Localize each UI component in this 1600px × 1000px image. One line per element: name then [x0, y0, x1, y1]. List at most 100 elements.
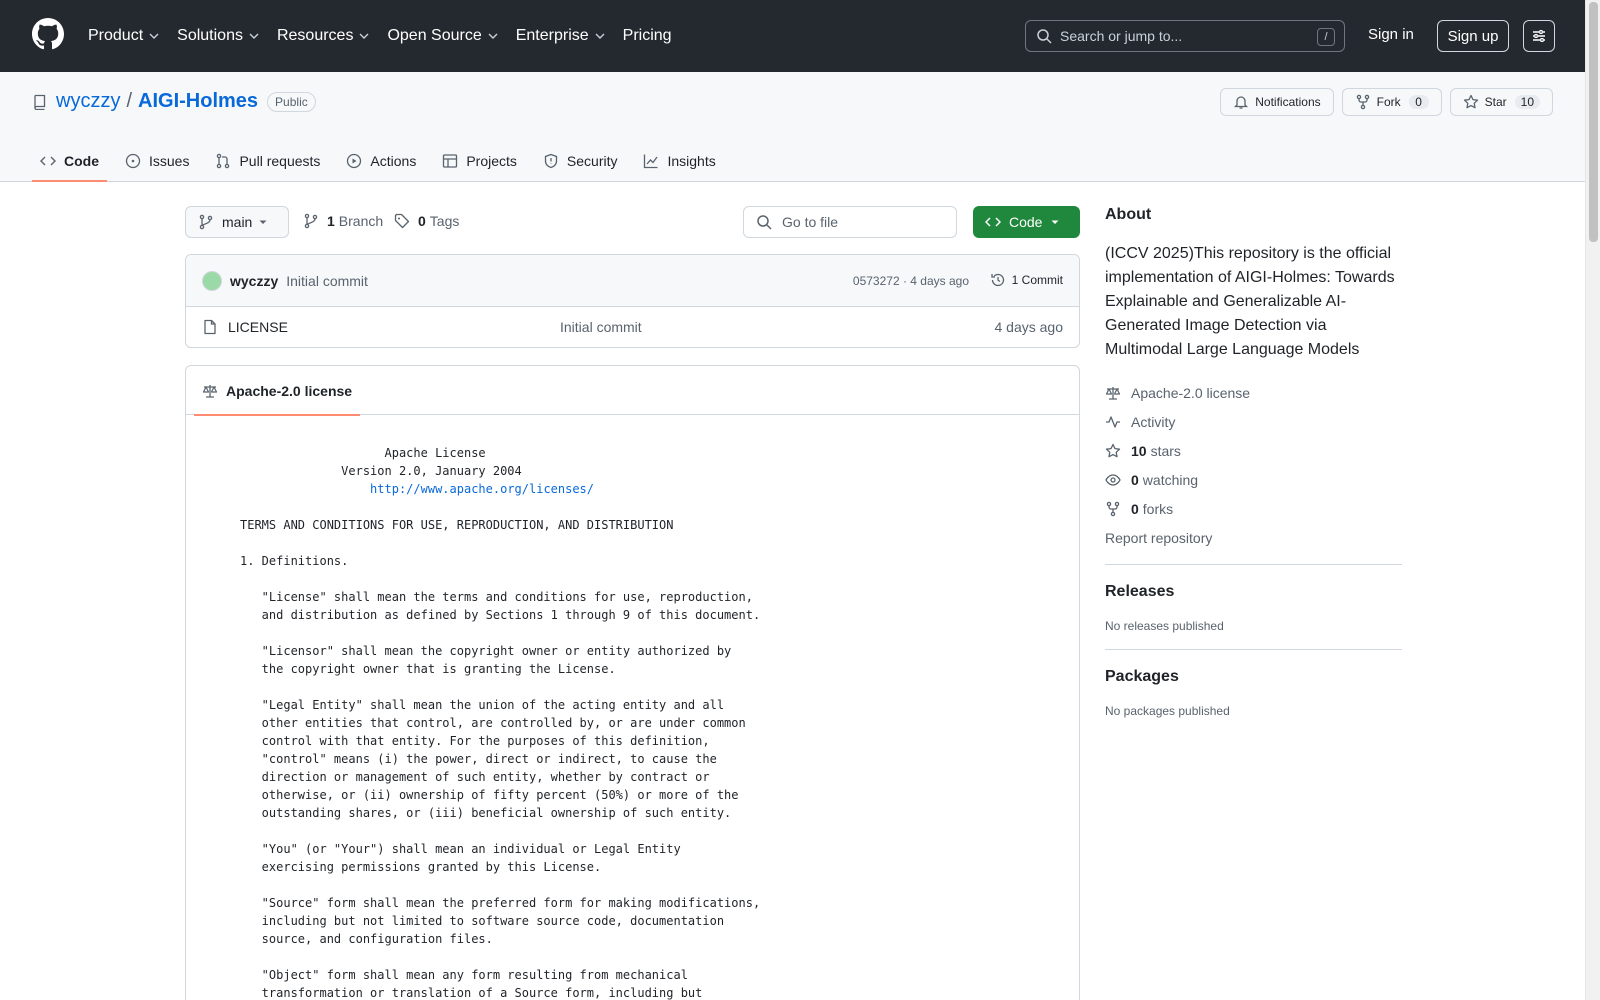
avatar[interactable]: [202, 270, 222, 291]
packages-section: Packages No packages published: [1105, 650, 1402, 734]
forks-link[interactable]: 0 forks: [1105, 494, 1402, 523]
star-icon: [1463, 94, 1478, 109]
sign-in-link[interactable]: Sign in: [1368, 26, 1414, 43]
tab-issues[interactable]: Issues: [117, 140, 197, 182]
nav-product[interactable]: Product: [88, 27, 159, 45]
sign-up-button[interactable]: Sign up: [1437, 20, 1509, 52]
fork-icon: [1106, 501, 1120, 516]
packages-empty: No packages published: [1105, 704, 1230, 718]
chevron-down-icon: [595, 33, 605, 39]
chevron-down-icon: [149, 33, 159, 39]
latest-commit: wyczzy Initial commit 0573272 · 4 days a…: [186, 255, 1079, 307]
law-scale-icon: [1105, 386, 1121, 400]
repo-sidebar: About (ICCV 2025)This repository is the …: [1105, 206, 1402, 734]
bell-icon: [1234, 96, 1249, 109]
license-text: Apache License Version 2.0, January 2004…: [240, 444, 760, 1000]
repo-header: wyczzy / AIGI-Holmes Public Notification…: [0, 72, 1585, 182]
repo-title: wyczzy / AIGI-Holmes Public: [32, 90, 316, 113]
page-scrollbar[interactable]: [1585, 0, 1600, 1000]
fork-button[interactable]: Fork 0: [1341, 88, 1442, 116]
graph-icon: [644, 154, 659, 169]
license-version: Version 2.0, January 2004: [240, 464, 522, 478]
packages-heading[interactable]: Packages: [1105, 668, 1402, 686]
commits-link[interactable]: 1 Commit: [990, 272, 1063, 288]
commit-author[interactable]: wyczzy: [230, 273, 278, 289]
license-url-link[interactable]: http://www.apache.org/licenses/: [370, 482, 594, 496]
repo-owner-link[interactable]: wyczzy: [56, 90, 120, 113]
issue-icon: [125, 153, 141, 169]
code-dropdown-button[interactable]: Code: [973, 206, 1080, 238]
activity-link[interactable]: Activity: [1105, 407, 1402, 436]
branch-icon: [304, 213, 318, 229]
file-commit-message[interactable]: Initial commit: [560, 319, 642, 335]
nav-resources[interactable]: Resources: [277, 27, 369, 45]
github-logo-icon[interactable]: [32, 18, 64, 50]
history-icon: [991, 273, 1004, 287]
table-icon: [443, 154, 458, 168]
branches-link[interactable]: 1 Branch: [303, 213, 383, 229]
license-tabbar: Apache-2.0 license: [186, 366, 1079, 416]
file-icon: [204, 319, 216, 335]
tab-pull-requests[interactable]: Pull requests: [207, 140, 328, 182]
visibility-badge: Public: [267, 91, 316, 112]
commit-hash-time[interactable]: 0573272 · 4 days ago: [853, 274, 969, 288]
license-body: TERMS AND CONDITIONS FOR USE, REPRODUCTI…: [240, 518, 761, 1000]
branch-icon: [199, 214, 213, 230]
license-panel: Apache-2.0 license Apache License Versio…: [185, 365, 1080, 1000]
global-nav: Product Solutions Resources Open Source …: [88, 0, 690, 72]
license-link[interactable]: Apache-2.0 license: [1105, 378, 1402, 407]
code-icon: [985, 217, 1001, 227]
repo-actions: Notifications Fork 0 Star 10: [1220, 88, 1553, 116]
global-header: Product Solutions Resources Open Source …: [0, 0, 1585, 72]
about-heading: About: [1105, 206, 1152, 223]
pulse-icon: [1106, 415, 1120, 428]
main-content: main 1 Branch 0 Tags Go to file Code wyc…: [185, 206, 1080, 1000]
tags-link[interactable]: 0 Tags: [394, 213, 459, 229]
star-button[interactable]: Star 10: [1449, 88, 1553, 116]
law-scale-icon: [202, 384, 218, 398]
search-shortcut-key: /: [1317, 28, 1335, 46]
repo-icon: [34, 94, 46, 110]
branch-selector[interactable]: main: [185, 206, 289, 238]
nav-open-source[interactable]: Open Source: [387, 27, 498, 45]
tab-security[interactable]: Security: [535, 140, 626, 182]
caret-down-icon: [1051, 220, 1059, 224]
star-counter: 10: [1514, 95, 1540, 109]
report-repository-link[interactable]: Report repository: [1105, 523, 1402, 552]
eye-icon: [1105, 473, 1121, 486]
table-row[interactable]: LICENSE Initial commit 4 days ago: [186, 307, 1079, 347]
tab-code[interactable]: Code: [32, 140, 107, 182]
repo-description: (ICCV 2025)This repository is the offici…: [1105, 245, 1395, 358]
tab-insights[interactable]: Insights: [635, 140, 723, 182]
file-list: wyczzy Initial commit 0573272 · 4 days a…: [185, 254, 1080, 348]
repo-name-link[interactable]: AIGI-Holmes: [138, 90, 258, 113]
about-list: Apache-2.0 license Activity 10 stars 0 w…: [1105, 378, 1402, 552]
go-to-file-input[interactable]: Go to file: [743, 206, 957, 238]
search-icon: [757, 215, 772, 230]
tab-license[interactable]: Apache-2.0 license: [194, 366, 361, 416]
nav-solutions[interactable]: Solutions: [177, 27, 259, 45]
play-circle-icon: [347, 153, 362, 169]
search-placeholder: Search or jump to...: [1060, 28, 1183, 44]
scrollbar-thumb[interactable]: [1589, 2, 1598, 242]
watchers-link[interactable]: 0 watching: [1105, 465, 1402, 494]
notifications-button[interactable]: Notifications: [1220, 88, 1334, 116]
file-name[interactable]: LICENSE: [228, 319, 288, 335]
commit-message[interactable]: Initial commit: [286, 273, 368, 289]
global-search-input[interactable]: Search or jump to... /: [1025, 20, 1345, 52]
nav-pricing[interactable]: Pricing: [623, 27, 672, 45]
releases-heading[interactable]: Releases: [1105, 583, 1402, 601]
tab-actions[interactable]: Actions: [338, 140, 424, 182]
tag-icon: [394, 213, 410, 229]
branch-name: main: [222, 214, 253, 230]
nav-enterprise[interactable]: Enterprise: [516, 27, 605, 45]
license-heading: Apache License: [240, 446, 486, 460]
tab-projects[interactable]: Projects: [434, 140, 525, 182]
stars-link[interactable]: 10 stars: [1105, 436, 1402, 465]
shield-icon: [544, 153, 558, 169]
search-icon: [1037, 29, 1052, 44]
code-icon: [40, 156, 56, 166]
releases-section: Releases No releases published: [1105, 565, 1402, 649]
file-toolbar: main 1 Branch 0 Tags Go to file Code: [185, 206, 1080, 240]
settings-menu-button[interactable]: [1523, 20, 1555, 52]
